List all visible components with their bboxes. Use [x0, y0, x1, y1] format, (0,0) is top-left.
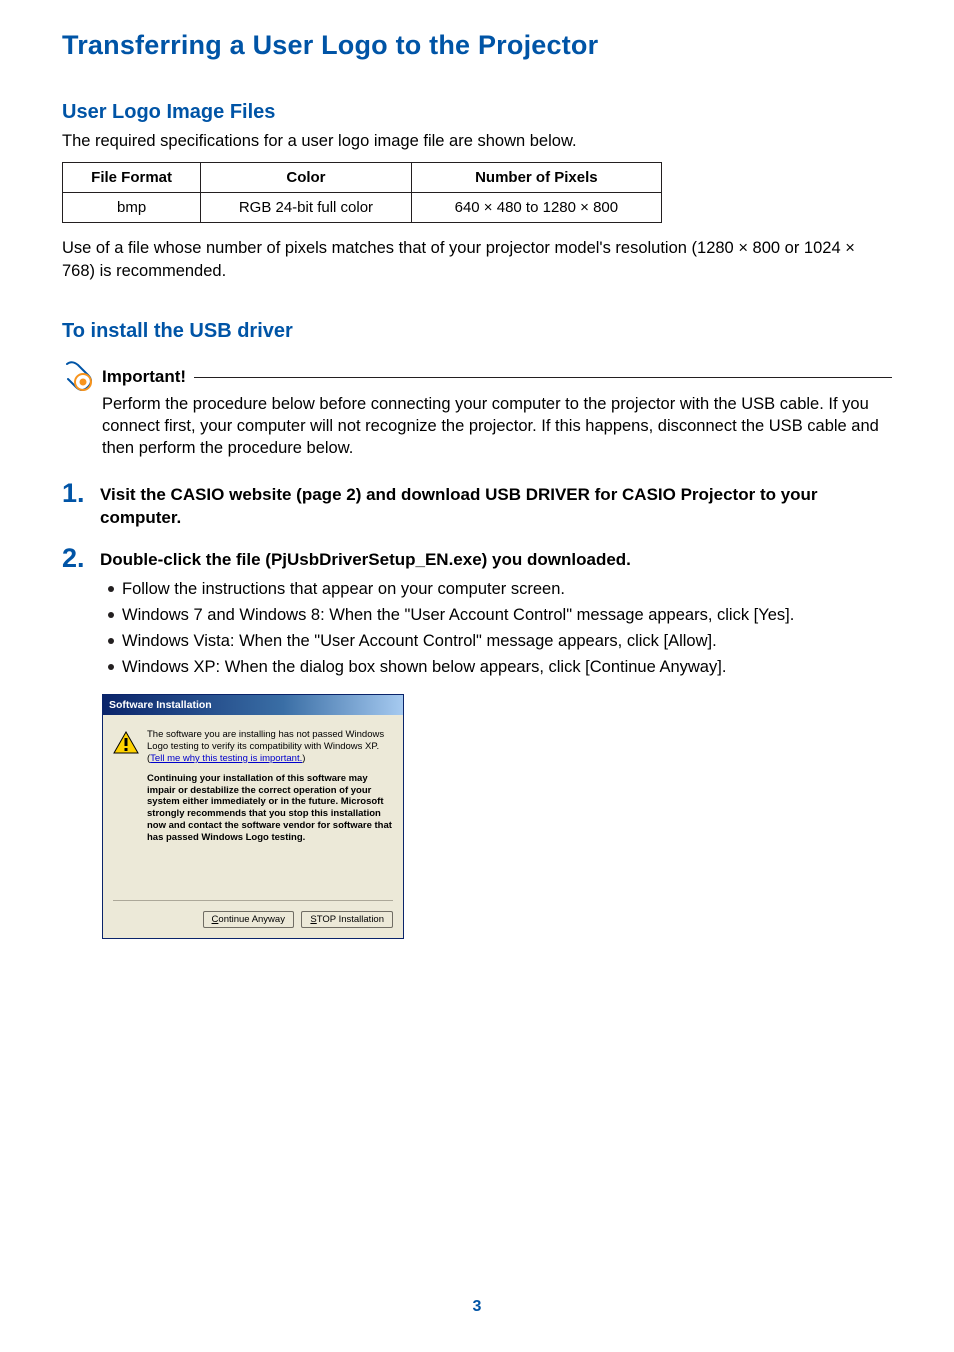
table-row: bmp RGB 24-bit full color 640 × 480 to 1…	[63, 193, 662, 223]
important-divider	[194, 377, 892, 378]
important-text: Perform the procedure below before conne…	[102, 393, 892, 460]
step-2: 2. Double-click the file (PjUsbDriverSet…	[62, 545, 892, 682]
th-file-format: File Format	[63, 163, 201, 193]
step-1: 1. Visit the CASIO website (page 2) and …	[62, 480, 892, 536]
td-color: RGB 24-bit full color	[201, 193, 412, 223]
dialog-titlebar: Software Installation	[103, 695, 403, 715]
dialog-bold-text: Continuing your installation of this sof…	[147, 773, 393, 844]
step-1-number: 1.	[62, 480, 100, 507]
important-label: Important!	[102, 367, 194, 387]
list-item: Windows 7 and Windows 8: When the "User …	[108, 604, 892, 628]
important-icon	[64, 361, 98, 395]
xp-dialog-screenshot: Software Installation The software you a…	[102, 694, 404, 939]
section-user-logo-title: User Logo Image Files	[62, 101, 892, 124]
section-usb-driver-title: To install the USB driver	[62, 320, 892, 343]
th-pixels: Number of Pixels	[411, 163, 661, 193]
page-number: 3	[0, 1298, 954, 1316]
list-item: Windows Vista: When the "User Account Co…	[108, 630, 892, 654]
important-callout: Important! Perform the procedure below b…	[102, 367, 892, 460]
step-1-heading: Visit the CASIO website (page 2) and dow…	[100, 484, 892, 530]
warning-icon	[113, 731, 139, 755]
continue-anyway-button[interactable]: Continue Anyway	[203, 911, 294, 928]
section-user-logo-intro: The required specifications for a user l…	[62, 130, 892, 152]
resolution-note: Use of a file whose number of pixels mat…	[62, 237, 892, 282]
list-item: Windows XP: When the dialog box shown be…	[108, 656, 892, 680]
dialog-link[interactable]: Tell me why this testing is important.	[150, 753, 302, 764]
td-file-format: bmp	[63, 193, 201, 223]
list-item: Follow the instructions that appear on y…	[108, 578, 892, 602]
step-2-heading: Double-click the file (PjUsbDriverSetup_…	[100, 549, 892, 572]
page-title: Transferring a User Logo to the Projecto…	[62, 30, 892, 61]
step-2-bullets: Follow the instructions that appear on y…	[100, 578, 892, 680]
dialog-line1-end: )	[302, 753, 305, 764]
spec-table: File Format Color Number of Pixels bmp R…	[62, 162, 662, 223]
dialog-body-text: The software you are installing has not …	[147, 729, 393, 844]
td-pixels: 640 × 480 to 1280 × 800	[411, 193, 661, 223]
step-2-number: 2.	[62, 545, 100, 572]
th-color: Color	[201, 163, 412, 193]
stop-installation-button[interactable]: STOP Installation	[301, 911, 393, 928]
